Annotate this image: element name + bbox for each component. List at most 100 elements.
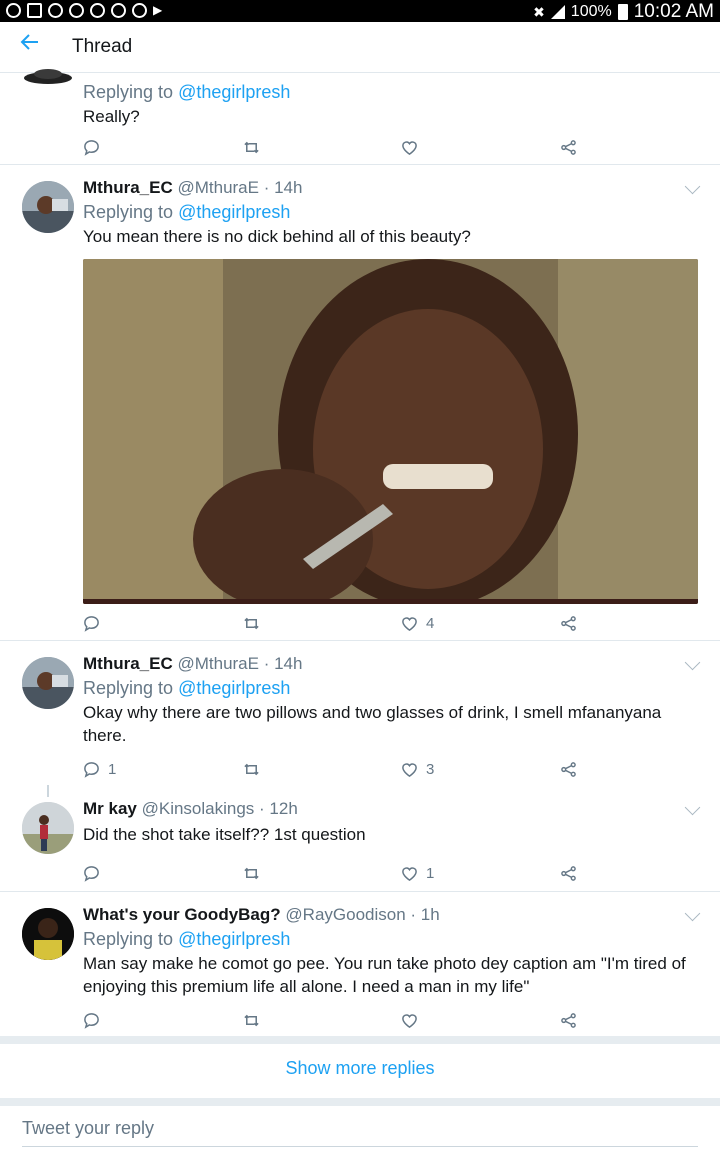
- tweet-text: Man say make he comot go pee. You run ta…: [83, 954, 686, 996]
- reply-icon: [84, 762, 99, 778]
- tweet[interactable]: Mr kay @Kinsolakings · 12h Did the shot …: [0, 786, 720, 892]
- tweet-photo[interactable]: [83, 259, 698, 604]
- author-handle[interactable]: @MthuraE: [177, 178, 259, 197]
- reply-icon: [84, 1013, 99, 1029]
- retweet-button[interactable]: [243, 615, 260, 632]
- reply-icon: [84, 866, 99, 882]
- share-icon: [561, 866, 576, 881]
- retweet-icon: [244, 141, 259, 154]
- like-button[interactable]: [401, 1012, 426, 1029]
- author-name[interactable]: Mthura_EC: [83, 654, 173, 673]
- tweet-time: · 14h: [263, 178, 303, 197]
- avatar[interactable]: [22, 181, 74, 233]
- replying-to: Replying to @thegirlpresh: [83, 82, 291, 102]
- battery-icon: [617, 4, 628, 20]
- author-name[interactable]: Mthura_EC: [83, 178, 173, 197]
- facebook-icon: [90, 3, 105, 18]
- app-bar: Thread: [0, 22, 720, 73]
- chrome-icon: [111, 3, 126, 18]
- tweet-text: Really?: [83, 107, 140, 126]
- avatar[interactable]: [22, 657, 74, 709]
- retweet-icon: [244, 1014, 259, 1027]
- avatar[interactable]: [22, 64, 74, 90]
- reply-handle-link[interactable]: @thegirlpresh: [178, 202, 290, 222]
- status-bar: ▶ ✖ 100% 10:02 AM: [0, 0, 720, 22]
- like-count: 1: [426, 865, 435, 882]
- replying-to: Replying to @thegirlpresh: [83, 929, 291, 949]
- share-icon: [561, 762, 576, 777]
- reply-button[interactable]: 1: [83, 761, 116, 778]
- tweet-header: What's your GoodyBag? @RayGoodison · 1h: [83, 904, 700, 926]
- facebook-icon: [69, 3, 84, 18]
- tweet-header: Mr kay @Kinsolakings · 12h: [83, 798, 700, 820]
- tweet-time: · 1h: [410, 905, 440, 924]
- back-arrow-icon[interactable]: [20, 32, 46, 58]
- author-handle[interactable]: @Kinsolakings: [142, 799, 255, 818]
- share-button[interactable]: [560, 761, 577, 778]
- heart-icon: [402, 617, 417, 632]
- notification-icon: [6, 3, 21, 18]
- like-button[interactable]: 4: [401, 615, 434, 632]
- tweet-text: You mean there is no dick behind all of …: [83, 227, 471, 246]
- play-icon: ▶: [153, 3, 163, 17]
- reply-handle-link[interactable]: @thegirlpresh: [178, 82, 290, 102]
- facebook-icon: [132, 3, 147, 18]
- chrome-icon: [48, 3, 63, 18]
- like-count: 3: [426, 761, 435, 778]
- tweet-actions: [83, 1012, 583, 1032]
- show-more-replies-section: Show more replies: [0, 1036, 720, 1106]
- retweet-icon: [244, 617, 259, 630]
- reply-button[interactable]: [83, 615, 108, 632]
- share-button[interactable]: [560, 615, 577, 632]
- notification-icons: ▶: [6, 3, 162, 18]
- tweet-actions: 4: [83, 615, 583, 635]
- share-button[interactable]: [560, 865, 577, 882]
- show-more-replies-button[interactable]: Show more replies: [0, 1058, 720, 1079]
- avatar[interactable]: [22, 908, 74, 960]
- reply-input[interactable]: Tweet your reply: [22, 1118, 698, 1147]
- tweet-time: · 12h: [259, 799, 298, 818]
- like-button[interactable]: 3: [401, 761, 434, 778]
- tweet[interactable]: What's your GoodyBag? @RayGoodison · 1h …: [0, 892, 720, 1036]
- tweet[interactable]: Mthura_EC @MthuraE · 14h Replying to @th…: [0, 641, 720, 797]
- author-name[interactable]: Mr kay: [83, 799, 137, 818]
- mute-icon: ✖: [533, 3, 545, 20]
- tweet-text: Okay why there are two pillows and two g…: [83, 703, 662, 745]
- reply-handle-link[interactable]: @thegirlpresh: [178, 929, 290, 949]
- clock: 10:02 AM: [633, 1, 714, 22]
- share-icon: [561, 1013, 576, 1028]
- retweet-icon: [244, 763, 259, 776]
- author-handle[interactable]: @RayGoodison: [285, 905, 405, 924]
- battery-percent: 100%: [570, 3, 612, 20]
- replying-to: Replying to @thegirlpresh: [83, 678, 291, 698]
- heart-icon: [402, 763, 417, 778]
- like-button[interactable]: 1: [401, 865, 434, 882]
- retweet-button[interactable]: [243, 139, 260, 156]
- replying-to: Replying to @thegirlpresh: [83, 202, 291, 222]
- retweet-button[interactable]: [243, 761, 260, 778]
- author-handle[interactable]: @MthuraE: [177, 654, 259, 673]
- reply-button[interactable]: [83, 1012, 108, 1029]
- reply-button[interactable]: [83, 139, 108, 156]
- share-button[interactable]: [560, 1012, 577, 1029]
- tweet-header: Mthura_EC @MthuraE · 14h: [83, 653, 700, 675]
- tweet-actions: 1: [83, 865, 583, 885]
- author-name[interactable]: What's your GoodyBag?: [83, 905, 281, 924]
- tweet-actions: 1 3: [83, 761, 583, 781]
- like-count: 4: [426, 615, 435, 632]
- gallery-icon: [27, 3, 42, 18]
- retweet-button[interactable]: [243, 1012, 260, 1029]
- page-title: Thread: [72, 36, 133, 57]
- retweet-button[interactable]: [243, 865, 260, 882]
- share-button[interactable]: [560, 139, 577, 156]
- tweet-header: Mthura_EC @MthuraE · 14h: [83, 177, 700, 199]
- reply-button[interactable]: [83, 865, 108, 882]
- heart-icon: [402, 1014, 417, 1029]
- tweet[interactable]: Mthura_EC @MthuraE · 14h Replying to @th…: [0, 165, 720, 641]
- tweet[interactable]: Replying to @thegirlpresh Really?: [0, 69, 720, 165]
- like-button[interactable]: [401, 139, 426, 156]
- avatar[interactable]: [22, 802, 74, 854]
- tweet-actions: [83, 139, 583, 159]
- heart-icon: [402, 867, 417, 882]
- reply-handle-link[interactable]: @thegirlpresh: [178, 678, 290, 698]
